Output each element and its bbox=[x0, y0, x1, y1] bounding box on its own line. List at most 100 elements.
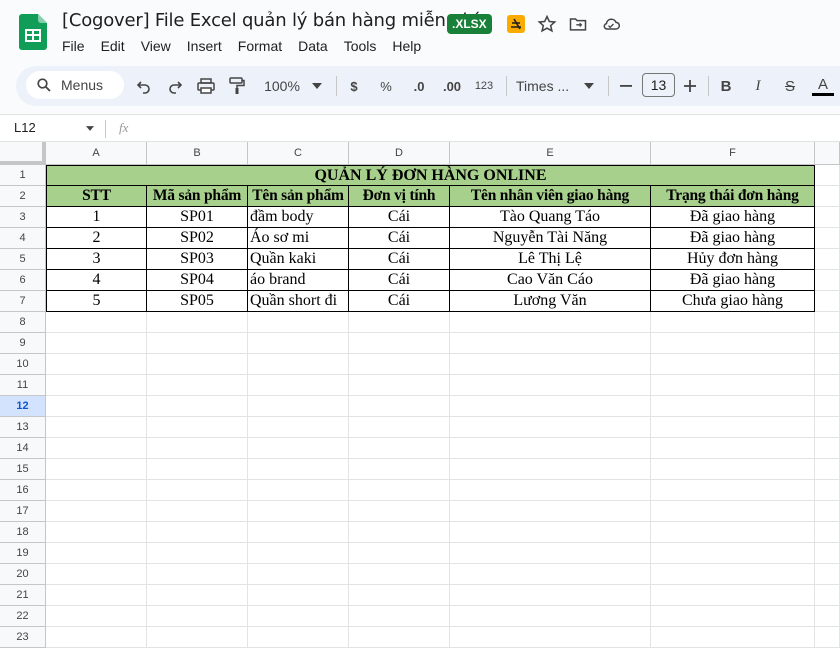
data-cell[interactable]: Đã giao hàng bbox=[651, 207, 815, 228]
grid-cell[interactable] bbox=[147, 333, 248, 354]
grid-cell[interactable] bbox=[815, 291, 840, 312]
grid-cell[interactable] bbox=[349, 438, 450, 459]
grid-cell[interactable] bbox=[248, 627, 349, 648]
row-header-23[interactable]: 23 bbox=[0, 627, 46, 648]
grid-cell[interactable] bbox=[349, 333, 450, 354]
grid-cell[interactable] bbox=[46, 417, 147, 438]
increase-font-size-icon[interactable] bbox=[680, 74, 700, 98]
document-title[interactable]: [Cogover] File Excel quản lý bán hàng mi… bbox=[62, 10, 479, 31]
grid-cell[interactable] bbox=[651, 438, 815, 459]
grid-cell[interactable] bbox=[815, 480, 840, 501]
grid-cell[interactable] bbox=[147, 375, 248, 396]
data-cell[interactable]: SP05 bbox=[147, 291, 248, 312]
data-cell[interactable]: SP03 bbox=[147, 249, 248, 270]
menu-help[interactable]: Help bbox=[392, 38, 421, 54]
grid-cell[interactable] bbox=[147, 501, 248, 522]
grid-cell[interactable] bbox=[450, 627, 651, 648]
grid-cell[interactable] bbox=[46, 585, 147, 606]
row-header-20[interactable]: 20 bbox=[0, 564, 46, 585]
grid-cell[interactable] bbox=[651, 627, 815, 648]
grid-cell[interactable] bbox=[815, 396, 840, 417]
grid-cell[interactable] bbox=[46, 627, 147, 648]
grid-cell[interactable] bbox=[349, 543, 450, 564]
row-header-10[interactable]: 10 bbox=[0, 354, 46, 375]
menu-file[interactable]: File bbox=[62, 38, 85, 54]
grid-cell[interactable] bbox=[46, 543, 147, 564]
grid-cell[interactable] bbox=[248, 396, 349, 417]
row-header-8[interactable]: 8 bbox=[0, 312, 46, 333]
row-header-14[interactable]: 14 bbox=[0, 438, 46, 459]
increase-decimal-button[interactable]: .00 bbox=[438, 74, 466, 98]
grid-cell[interactable] bbox=[147, 354, 248, 375]
column-header-extra[interactable] bbox=[815, 142, 840, 165]
grid-cell[interactable] bbox=[450, 564, 651, 585]
grid-cell[interactable] bbox=[349, 396, 450, 417]
data-cell[interactable]: Nguyễn Tài Năng bbox=[450, 228, 651, 249]
grid-cell[interactable] bbox=[815, 417, 840, 438]
grid-cell[interactable] bbox=[46, 606, 147, 627]
header-cell[interactable]: Tên sản phẩm bbox=[248, 186, 349, 207]
grid-cell[interactable] bbox=[651, 480, 815, 501]
menu-data[interactable]: Data bbox=[298, 38, 328, 54]
grid-cell[interactable] bbox=[450, 333, 651, 354]
grid-cell[interactable] bbox=[349, 459, 450, 480]
menus-search[interactable]: Menus bbox=[26, 71, 124, 99]
grid-cell[interactable] bbox=[651, 312, 815, 333]
grid-cell[interactable] bbox=[248, 438, 349, 459]
data-cell[interactable]: 2 bbox=[46, 228, 147, 249]
grid-cell[interactable] bbox=[815, 585, 840, 606]
grid-cell[interactable] bbox=[248, 375, 349, 396]
grid-cell[interactable] bbox=[248, 501, 349, 522]
data-cell[interactable]: 1 bbox=[46, 207, 147, 228]
strikethrough-button[interactable]: S bbox=[780, 74, 800, 98]
grid-cell[interactable] bbox=[248, 459, 349, 480]
grid-cell[interactable] bbox=[651, 543, 815, 564]
grid-cell[interactable] bbox=[349, 627, 450, 648]
grid-cell[interactable] bbox=[147, 564, 248, 585]
grid-cell[interactable] bbox=[815, 228, 840, 249]
decrease-decimal-button[interactable]: .0 bbox=[406, 74, 432, 98]
row-header-7[interactable]: 7 bbox=[0, 291, 46, 312]
paint-format-icon[interactable] bbox=[227, 74, 247, 98]
data-cell[interactable]: 5 bbox=[46, 291, 147, 312]
grid-cell[interactable] bbox=[46, 438, 147, 459]
grid-cell[interactable] bbox=[651, 396, 815, 417]
sheets-logo[interactable] bbox=[19, 14, 47, 50]
grid-cell[interactable] bbox=[450, 396, 651, 417]
zoom-select[interactable]: 100% bbox=[260, 74, 304, 98]
grid-cell[interactable] bbox=[815, 543, 840, 564]
grid-cell[interactable] bbox=[147, 522, 248, 543]
grid-cell[interactable] bbox=[450, 585, 651, 606]
grid-cell[interactable] bbox=[46, 396, 147, 417]
grid-cell[interactable] bbox=[815, 270, 840, 291]
grid-cell[interactable] bbox=[147, 459, 248, 480]
grid-cell[interactable] bbox=[248, 480, 349, 501]
header-cell[interactable]: Mã sản phẩm bbox=[147, 186, 248, 207]
grid-cell[interactable] bbox=[147, 543, 248, 564]
grid-cell[interactable] bbox=[147, 417, 248, 438]
grid-cell[interactable] bbox=[815, 438, 840, 459]
sheet-title-cell[interactable]: QUẢN LÝ ĐƠN HÀNG ONLINE bbox=[46, 165, 815, 186]
grid-cell[interactable] bbox=[815, 207, 840, 228]
grid-cell[interactable] bbox=[450, 438, 651, 459]
grid-cell[interactable] bbox=[450, 522, 651, 543]
row-header-4[interactable]: 4 bbox=[0, 228, 46, 249]
data-cell[interactable]: Lê Thị Lệ bbox=[450, 249, 651, 270]
number-format-button[interactable]: 123 bbox=[472, 74, 496, 98]
grid-cell[interactable] bbox=[147, 438, 248, 459]
data-cell[interactable]: Cao Văn Cáo bbox=[450, 270, 651, 291]
grid-cell[interactable] bbox=[349, 585, 450, 606]
header-cell[interactable]: Trạng thái đơn hàng bbox=[651, 186, 815, 207]
grid-cell[interactable] bbox=[651, 417, 815, 438]
grid-cell[interactable] bbox=[147, 312, 248, 333]
grid-cell[interactable] bbox=[248, 585, 349, 606]
data-cell[interactable]: 4 bbox=[46, 270, 147, 291]
menu-edit[interactable]: Edit bbox=[101, 38, 125, 54]
header-cell[interactable]: Đơn vị tính bbox=[349, 186, 450, 207]
grid-cell[interactable] bbox=[147, 396, 248, 417]
grid-cell[interactable] bbox=[248, 417, 349, 438]
chevron-down-icon[interactable] bbox=[582, 74, 596, 98]
data-cell[interactable]: Cái bbox=[349, 249, 450, 270]
data-cell[interactable]: 3 bbox=[46, 249, 147, 270]
grid-cell[interactable] bbox=[815, 606, 840, 627]
